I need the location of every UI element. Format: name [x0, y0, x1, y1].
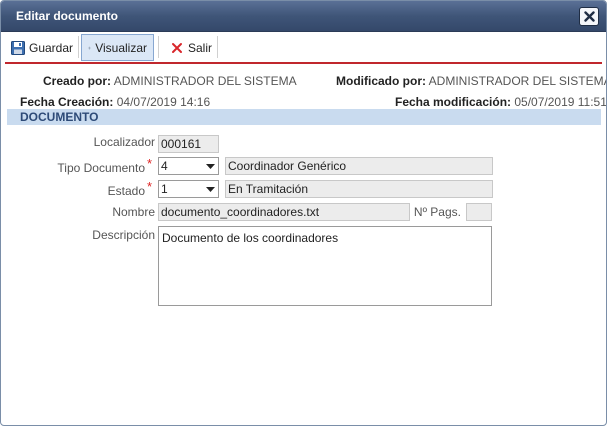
- doc-type-dropdown-button[interactable]: [202, 157, 219, 175]
- created-date: Fecha Creación: 04/07/2019 14:16: [20, 95, 210, 109]
- name-field: documento_coordinadores.txt: [158, 203, 410, 221]
- created-by: Creado por: ADMINISTRADOR DEL SISTEMA: [43, 74, 297, 88]
- description-textarea[interactable]: Documento de los coordinadores: [158, 226, 492, 306]
- created-by-value: ADMINISTRADOR DEL SISTEMA: [113, 74, 297, 88]
- exit-button[interactable]: Salir: [163, 34, 219, 61]
- name-label: Nombre: [112, 205, 155, 219]
- state-label: Estado: [107, 184, 145, 198]
- state-code-input[interactable]: 1: [158, 180, 203, 198]
- pages-label: Nº Pags.: [413, 205, 461, 219]
- pages-field: [466, 203, 492, 221]
- doc-type-label: Tipo Documento: [57, 161, 145, 175]
- modified-date-value: 05/07/2019 11:51: [514, 95, 607, 109]
- modified-date: Fecha modificación: 05/07/2019 11:51: [395, 95, 607, 109]
- save-button-label: Guardar: [29, 40, 74, 55]
- view-button-label: Visualizar: [95, 40, 147, 55]
- floppy-disk-icon: [11, 40, 25, 55]
- exit-button-label: Salir: [188, 40, 213, 55]
- toolbar-separator: [217, 36, 218, 58]
- required-marker: *: [147, 179, 153, 194]
- save-button[interactable]: Guardar: [4, 34, 80, 61]
- required-marker: *: [147, 156, 153, 171]
- close-icon: [584, 11, 595, 22]
- dialog-title: Editar documento: [16, 9, 119, 23]
- chevron-down-icon: [206, 187, 215, 192]
- view-button[interactable]: Visualizar: [81, 34, 154, 61]
- modified-by-value: ADMINISTRADOR DEL SISTEMA: [428, 74, 607, 88]
- modified-by-label: Modificado por:: [336, 74, 426, 88]
- section-title: DOCUMENTO: [20, 110, 99, 124]
- created-date-label: Fecha Creación:: [20, 95, 114, 109]
- modified-date-label: Fecha modificación:: [395, 95, 512, 109]
- paperclip-icon: [88, 46, 91, 49]
- toolbar-separator: [78, 36, 79, 58]
- locator-field: 000161: [158, 135, 219, 153]
- state-dropdown-button[interactable]: [202, 180, 219, 198]
- red-x-icon: [172, 42, 182, 53]
- modified-by: Modificado por: ADMINISTRADOR DEL SISTEM…: [336, 74, 607, 88]
- edit-document-dialog: Editar documento Guardar Visualizar Sali…: [0, 0, 607, 426]
- toolbar-divider: [5, 62, 602, 64]
- created-by-label: Creado por:: [43, 74, 112, 88]
- locator-label: Localizador: [93, 135, 155, 149]
- doc-type-name-field: Coordinador Genérico: [225, 157, 493, 175]
- description-label: Descripción: [92, 228, 155, 242]
- close-button[interactable]: [579, 7, 599, 26]
- title-bar[interactable]: Editar documento: [1, 1, 606, 32]
- toolbar-separator: [158, 36, 159, 58]
- doc-type-code-input[interactable]: 4: [158, 157, 203, 175]
- section-header-documento: DOCUMENTO: [7, 109, 601, 125]
- created-date-value: 04/07/2019 14:16: [116, 95, 211, 109]
- state-name-field: En Tramitación: [225, 180, 493, 198]
- chevron-down-icon: [206, 164, 215, 169]
- toolbar: Guardar Visualizar Salir: [1, 32, 606, 62]
